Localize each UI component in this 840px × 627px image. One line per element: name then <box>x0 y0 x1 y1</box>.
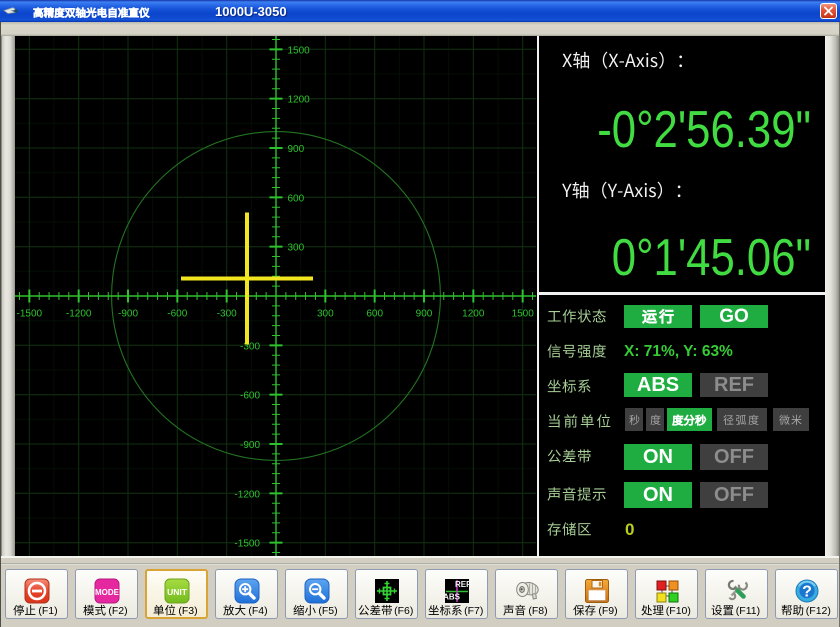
svg-text:1200: 1200 <box>288 95 311 106</box>
svg-text:-1500: -1500 <box>17 309 43 320</box>
svg-text:600: 600 <box>288 193 305 204</box>
svg-text:1200: 1200 <box>462 309 485 320</box>
svg-text:-300: -300 <box>217 309 237 320</box>
svg-text:ABS: ABS <box>444 593 461 602</box>
svg-text:900: 900 <box>288 144 305 155</box>
svg-text:1500: 1500 <box>288 45 311 56</box>
svg-text:-1200: -1200 <box>66 309 92 320</box>
svg-text:-1500: -1500 <box>234 539 260 550</box>
svg-text:-1200: -1200 <box>234 489 260 500</box>
svg-text:UNIT: UNIT <box>167 587 188 597</box>
svg-text:600: 600 <box>366 309 383 320</box>
svg-text:-900: -900 <box>240 440 260 451</box>
svg-text:300: 300 <box>317 309 334 320</box>
svg-text:300: 300 <box>288 243 305 254</box>
svg-text:1500: 1500 <box>512 309 535 320</box>
svg-text:REF: REF <box>455 580 470 589</box>
svg-text:-600: -600 <box>167 309 187 320</box>
svg-text:900: 900 <box>416 309 433 320</box>
svg-text:-600: -600 <box>240 391 260 402</box>
svg-text:-900: -900 <box>118 309 138 320</box>
svg-text:?: ? <box>802 584 812 601</box>
svg-text:MODE: MODE <box>95 588 120 597</box>
svg-text:-300: -300 <box>240 341 260 352</box>
